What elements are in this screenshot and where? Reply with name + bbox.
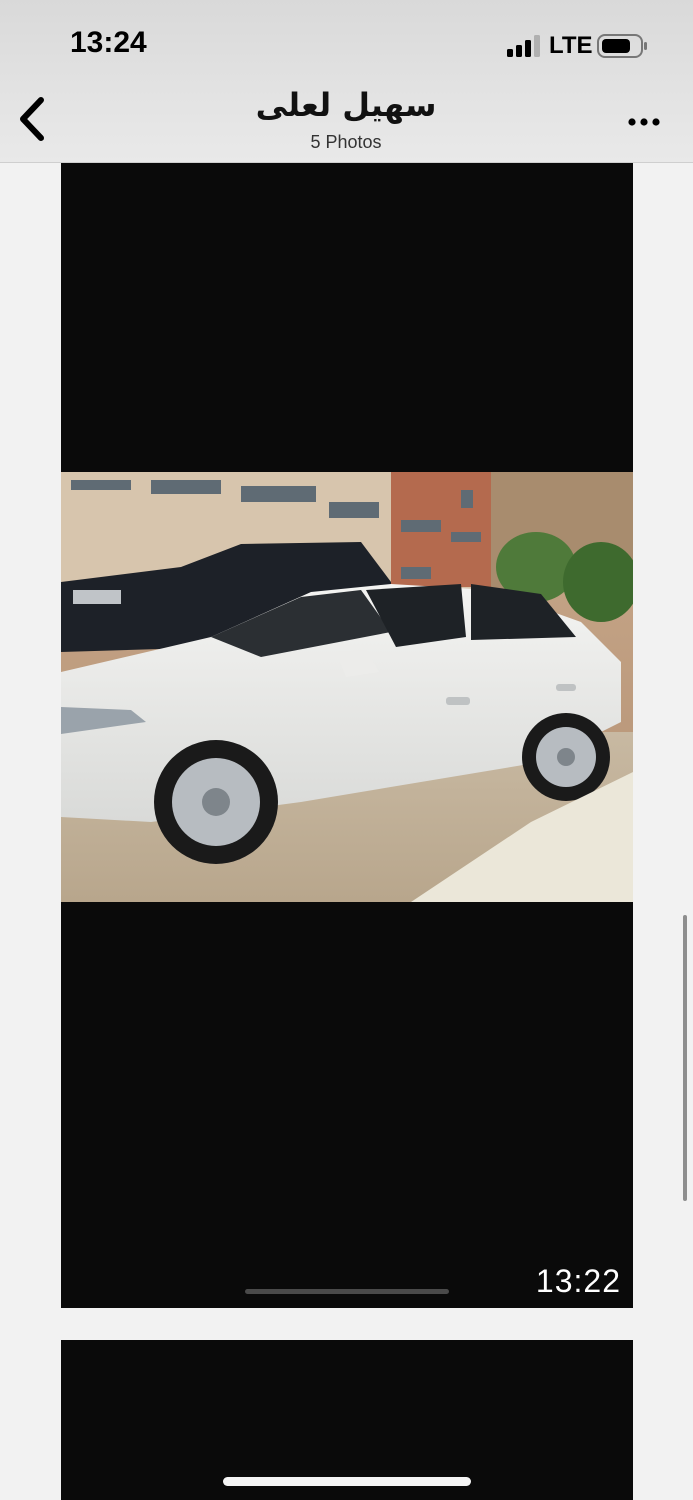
status-time: 13:24 (70, 26, 147, 59)
scroll-indicator[interactable] (683, 915, 687, 1201)
car-photo (61, 472, 633, 902)
more-icon (628, 118, 660, 126)
scrubber-bar (245, 1289, 449, 1294)
photo-count: 5 Photos (310, 132, 382, 152)
network-label: LTE (549, 32, 593, 59)
app-header: 13:24 LTE سهیل لعلی 5 Photos (0, 0, 693, 163)
photo-timestamp: 13:22 (535, 1263, 621, 1299)
photo-item[interactable] (61, 1340, 633, 1500)
signal-icon (507, 35, 540, 57)
battery-icon (597, 34, 647, 58)
more-button[interactable] (620, 104, 668, 140)
home-indicator[interactable] (223, 1477, 471, 1486)
chevron-left-icon (20, 97, 44, 141)
back-button[interactable] (10, 92, 54, 146)
photo-item[interactable]: 13:22 (61, 162, 633, 1308)
page-title: سهیل لعلی (255, 86, 437, 124)
